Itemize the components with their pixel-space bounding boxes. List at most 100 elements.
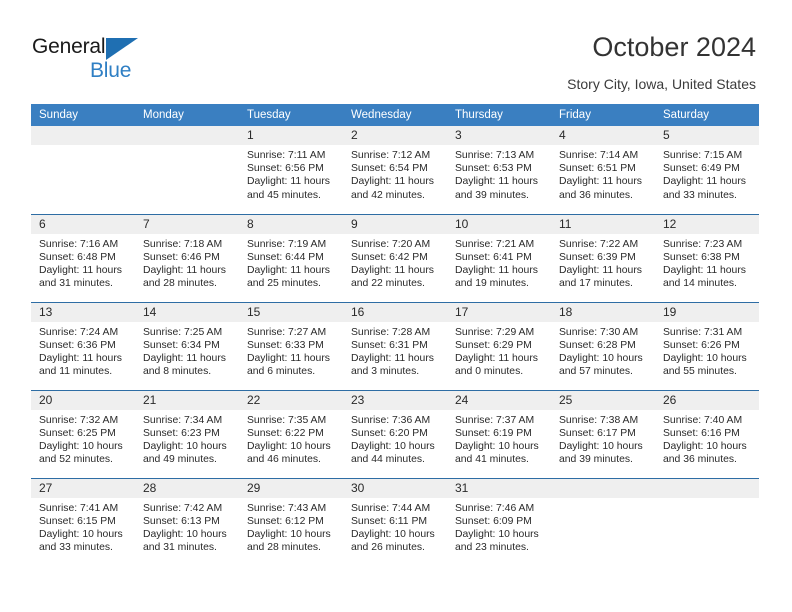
sunset-time: Sunset: 6:09 PM bbox=[455, 515, 532, 527]
day-sun-details: Sunrise: 7:30 AM Sunset: 6:28 PM Daylight:… bbox=[551, 322, 655, 379]
calendar-day-cell[interactable]: 6 Sunrise: 7:16 AM Sunset: 6:48 PM Daylight… bbox=[31, 213, 135, 302]
sunrise-time: Sunrise: 7:22 AM bbox=[559, 238, 639, 250]
calendar-day-cell[interactable]: 20 Sunrise: 7:32 AM Sunset: 6:25 PM Dayligh… bbox=[31, 389, 135, 478]
calendar-day-cell[interactable]: 7 Sunrise: 7:18 AM Sunset: 6:46 PM Daylight… bbox=[135, 213, 239, 302]
calendar-day-cell[interactable]: 22 Sunrise: 7:35 AM Sunset: 6:22 PM Dayligh… bbox=[239, 389, 343, 478]
logo-text-general: General bbox=[32, 35, 106, 58]
calendar-day-cell[interactable]: 21 Sunrise: 7:34 AM Sunset: 6:23 PM Dayligh… bbox=[135, 389, 239, 478]
day-cell-inner: 13 Sunrise: 7:24 AM Sunset: 6:36 PM Dayligh… bbox=[31, 302, 135, 390]
general-blue-logo[interactable]: General Blue bbox=[32, 34, 162, 86]
day-cell-inner: 24 Sunrise: 7:37 AM Sunset: 6:19 PM Dayligh… bbox=[447, 390, 551, 478]
calendar-day-cell[interactable] bbox=[655, 477, 759, 567]
sunrise-sunset-calendar: Sunday Monday Tuesday Wednesday Thursday… bbox=[31, 104, 759, 566]
calendar-day-cell[interactable]: 25 Sunrise: 7:38 AM Sunset: 6:17 PM Dayligh… bbox=[551, 389, 655, 478]
sunset-time: Sunset: 6:53 PM bbox=[455, 163, 532, 175]
daylight-duration: Daylight: 11 hours and 0 minutes. bbox=[455, 352, 538, 378]
day-sun-details: Sunrise: 7:18 AM Sunset: 6:46 PM Daylight:… bbox=[135, 234, 239, 291]
calendar-day-cell[interactable]: 8 Sunrise: 7:19 AM Sunset: 6:44 PM Daylight… bbox=[239, 213, 343, 302]
day-cell-inner: 26 Sunrise: 7:40 AM Sunset: 6:16 PM Dayligh… bbox=[655, 390, 759, 478]
calendar-week-row: 13 Sunrise: 7:24 AM Sunset: 6:36 PM Dayligh… bbox=[31, 301, 759, 390]
daylight-duration: Daylight: 11 hours and 39 minutes. bbox=[455, 176, 538, 201]
sunset-time: Sunset: 6:16 PM bbox=[663, 427, 740, 439]
calendar-day-cell[interactable]: 27 Sunrise: 7:41 AM Sunset: 6:15 PM Dayligh… bbox=[31, 477, 135, 567]
day-number: 7 bbox=[135, 214, 239, 234]
daylight-duration: Daylight: 10 hours and 41 minutes. bbox=[455, 440, 539, 466]
weekday-header-friday: Friday bbox=[551, 104, 655, 126]
calendar-day-cell[interactable]: 9 Sunrise: 7:20 AM Sunset: 6:42 PM Daylight… bbox=[343, 213, 447, 302]
calendar-day-cell[interactable]: 19 Sunrise: 7:31 AM Sunset: 6:26 PM Dayligh… bbox=[655, 301, 759, 390]
calendar-day-cell[interactable] bbox=[31, 126, 135, 214]
sunrise-time: Sunrise: 7:37 AM bbox=[455, 414, 535, 426]
calendar-day-cell[interactable]: 16 Sunrise: 7:28 AM Sunset: 6:31 PM Dayligh… bbox=[343, 301, 447, 390]
daylight-duration: Daylight: 11 hours and 14 minutes. bbox=[663, 264, 746, 290]
day-cell-inner bbox=[551, 478, 655, 567]
day-number bbox=[135, 126, 239, 145]
calendar-body: 1 Sunrise: 7:11 AM Sunset: 6:56 PM Daylight… bbox=[31, 126, 759, 566]
sunrise-time: Sunrise: 7:20 AM bbox=[351, 238, 431, 250]
day-cell-inner: 27 Sunrise: 7:41 AM Sunset: 6:15 PM Dayligh… bbox=[31, 478, 135, 567]
day-sun-details: Sunrise: 7:34 AM Sunset: 6:23 PM Daylight:… bbox=[135, 410, 239, 467]
day-sun-details: Sunrise: 7:46 AM Sunset: 6:09 PM Daylight:… bbox=[447, 498, 551, 555]
day-cell-inner: 6 Sunrise: 7:16 AM Sunset: 6:48 PM Daylight… bbox=[31, 214, 135, 302]
day-sun-details: Sunrise: 7:37 AM Sunset: 6:19 PM Daylight:… bbox=[447, 410, 551, 467]
sunset-time: Sunset: 6:17 PM bbox=[559, 427, 636, 439]
sunrise-time: Sunrise: 7:44 AM bbox=[351, 502, 431, 514]
sunrise-time: Sunrise: 7:32 AM bbox=[39, 414, 119, 426]
day-sun-details: Sunrise: 7:13 AM Sunset: 6:53 PM Daylight:… bbox=[447, 145, 551, 202]
daylight-duration: Daylight: 11 hours and 36 minutes. bbox=[559, 176, 642, 201]
daylight-duration: Daylight: 10 hours and 57 minutes. bbox=[559, 352, 643, 378]
day-cell-inner bbox=[655, 478, 759, 567]
sunrise-time: Sunrise: 7:13 AM bbox=[455, 150, 535, 161]
calendar-day-cell[interactable]: 3 Sunrise: 7:13 AM Sunset: 6:53 PM Daylight… bbox=[447, 126, 551, 214]
calendar-day-cell[interactable]: 12 Sunrise: 7:23 AM Sunset: 6:38 PM Dayligh… bbox=[655, 213, 759, 302]
sunrise-time: Sunrise: 7:24 AM bbox=[39, 326, 119, 338]
calendar-day-cell[interactable]: 28 Sunrise: 7:42 AM Sunset: 6:13 PM Dayligh… bbox=[135, 477, 239, 566]
day-sun-details: Sunrise: 7:19 AM Sunset: 6:44 PM Daylight:… bbox=[239, 234, 343, 291]
sunrise-time: Sunrise: 7:34 AM bbox=[143, 414, 223, 426]
calendar-day-cell[interactable]: 14 Sunrise: 7:25 AM Sunset: 6:34 PM Dayligh… bbox=[135, 301, 239, 390]
weekday-header-wednesday: Wednesday bbox=[343, 104, 447, 126]
calendar-day-cell[interactable]: 10 Sunrise: 7:21 AM Sunset: 6:41 PM Dayligh… bbox=[447, 213, 551, 302]
day-number: 29 bbox=[239, 478, 343, 498]
sunrise-time: Sunrise: 7:28 AM bbox=[351, 326, 431, 338]
calendar-day-cell[interactable]: 2 Sunrise: 7:12 AM Sunset: 6:54 PM Daylight… bbox=[343, 126, 447, 214]
calendar-day-cell[interactable]: 5 Sunrise: 7:15 AM Sunset: 6:49 PM Daylight… bbox=[655, 126, 759, 214]
calendar-day-cell[interactable] bbox=[135, 126, 239, 214]
calendar-day-cell[interactable]: 31 Sunrise: 7:46 AM Sunset: 6:09 PM Dayligh… bbox=[447, 477, 551, 566]
day-cell-inner bbox=[31, 126, 135, 214]
day-sun-details: Sunrise: 7:22 AM Sunset: 6:39 PM Daylight:… bbox=[551, 234, 655, 291]
calendar-day-cell[interactable]: 17 Sunrise: 7:29 AM Sunset: 6:29 PM Dayligh… bbox=[447, 301, 551, 390]
day-number: 9 bbox=[343, 214, 447, 234]
calendar-week-row: 27 Sunrise: 7:41 AM Sunset: 6:15 PM Dayligh… bbox=[31, 477, 759, 567]
daylight-duration: Daylight: 11 hours and 42 minutes. bbox=[351, 176, 434, 201]
calendar-day-cell[interactable]: 24 Sunrise: 7:37 AM Sunset: 6:19 PM Dayligh… bbox=[447, 389, 551, 478]
day-sun-details: Sunrise: 7:16 AM Sunset: 6:48 PM Daylight:… bbox=[31, 234, 135, 291]
calendar-day-cell[interactable]: 11 Sunrise: 7:22 AM Sunset: 6:39 PM Dayligh… bbox=[551, 213, 655, 302]
sunrise-time: Sunrise: 7:29 AM bbox=[455, 326, 535, 338]
calendar-day-cell[interactable]: 15 Sunrise: 7:27 AM Sunset: 6:33 PM Dayligh… bbox=[239, 301, 343, 390]
calendar-day-cell[interactable]: 23 Sunrise: 7:36 AM Sunset: 6:20 PM Dayligh… bbox=[343, 389, 447, 478]
sunrise-time: Sunrise: 7:15 AM bbox=[663, 150, 743, 161]
calendar-day-cell[interactable]: 13 Sunrise: 7:24 AM Sunset: 6:36 PM Dayligh… bbox=[31, 301, 135, 390]
day-number: 17 bbox=[447, 302, 551, 322]
sunset-time: Sunset: 6:38 PM bbox=[663, 251, 740, 263]
calendar-day-cell[interactable]: 26 Sunrise: 7:40 AM Sunset: 6:16 PM Dayligh… bbox=[655, 389, 759, 478]
daylight-duration: Daylight: 10 hours and 36 minutes. bbox=[663, 440, 747, 466]
daylight-duration: Daylight: 11 hours and 17 minutes. bbox=[559, 264, 642, 290]
sunrise-time: Sunrise: 7:14 AM bbox=[559, 150, 639, 161]
page-subtitle-location: Story City, Iowa, United States bbox=[567, 76, 756, 92]
day-cell-inner: 3 Sunrise: 7:13 AM Sunset: 6:53 PM Daylight… bbox=[447, 126, 551, 214]
day-cell-inner: 23 Sunrise: 7:36 AM Sunset: 6:20 PM Dayligh… bbox=[343, 390, 447, 478]
sunrise-time: Sunrise: 7:46 AM bbox=[455, 502, 535, 514]
calendar-day-cell[interactable]: 30 Sunrise: 7:44 AM Sunset: 6:11 PM Dayligh… bbox=[343, 477, 447, 566]
daylight-duration: Daylight: 11 hours and 31 minutes. bbox=[39, 264, 122, 290]
day-cell-inner: 8 Sunrise: 7:19 AM Sunset: 6:44 PM Daylight… bbox=[239, 214, 343, 302]
calendar-day-cell[interactable]: 4 Sunrise: 7:14 AM Sunset: 6:51 PM Daylight… bbox=[551, 126, 655, 214]
calendar-day-cell[interactable]: 1 Sunrise: 7:11 AM Sunset: 6:56 PM Daylight… bbox=[239, 126, 343, 214]
day-sun-details: Sunrise: 7:40 AM Sunset: 6:16 PM Daylight:… bbox=[655, 410, 759, 467]
calendar-day-cell[interactable]: 18 Sunrise: 7:30 AM Sunset: 6:28 PM Dayligh… bbox=[551, 301, 655, 390]
calendar-day-cell[interactable] bbox=[551, 477, 655, 567]
calendar-day-cell[interactable]: 29 Sunrise: 7:43 AM Sunset: 6:12 PM Dayligh… bbox=[239, 477, 343, 566]
day-number: 16 bbox=[343, 302, 447, 322]
daylight-duration: Daylight: 10 hours and 52 minutes. bbox=[39, 440, 123, 466]
